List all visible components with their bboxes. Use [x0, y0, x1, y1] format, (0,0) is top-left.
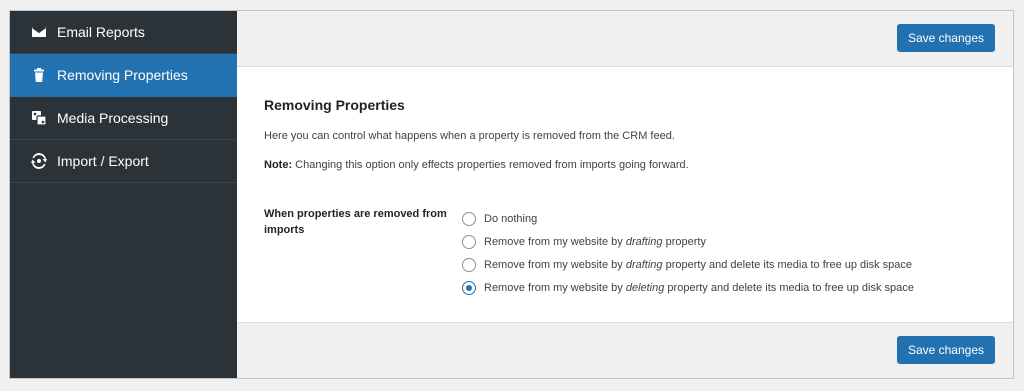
- note-label: Note:: [264, 159, 293, 171]
- radio-button[interactable]: [462, 257, 476, 272]
- radio-button-selected[interactable]: [462, 280, 476, 295]
- main-area: Save changes Removing Properties Here yo…: [237, 11, 1013, 378]
- option-draft-and-delete-media[interactable]: Remove from my website by drafting prope…: [462, 253, 914, 276]
- top-toolbar: Save changes: [237, 11, 1013, 67]
- sidebar-item-label: Import / Export: [57, 153, 149, 169]
- section-note: Note: Changing this option only effects …: [264, 159, 689, 171]
- sidebar-item-email-reports[interactable]: Email Reports: [10, 11, 237, 54]
- save-button-top[interactable]: Save changes: [896, 24, 995, 52]
- images-icon: [31, 110, 47, 126]
- option-label: Remove from my website by drafting prope…: [484, 235, 706, 248]
- field-label: When properties are removed from imports: [264, 208, 447, 236]
- sidebar-item-label: Removing Properties: [57, 67, 188, 83]
- sidebar-item-media-processing[interactable]: Media Processing: [10, 97, 237, 140]
- save-button-bottom[interactable]: Save changes: [896, 336, 995, 364]
- option-delete-and-delete-media[interactable]: Remove from my website by deleting prope…: [462, 276, 914, 299]
- note-text: Changing this option only effects proper…: [292, 159, 689, 171]
- option-draft-property[interactable]: Remove from my website by drafting prope…: [462, 230, 914, 253]
- sidebar: Email Reports Removing Properties Media …: [10, 11, 237, 378]
- sidebar-item-label: Media Processing: [57, 110, 169, 126]
- option-label: Remove from my website by drafting prope…: [484, 258, 913, 271]
- settings-content: Removing Properties Here you can control…: [237, 67, 1013, 322]
- option-label: Do nothing: [484, 212, 538, 225]
- envelope-icon: [31, 24, 47, 40]
- sidebar-item-label: Email Reports: [57, 24, 145, 40]
- bottom-toolbar: Save changes: [237, 322, 1013, 378]
- radio-button[interactable]: [462, 211, 476, 226]
- option-do-nothing[interactable]: Do nothing: [462, 207, 914, 230]
- option-label: Remove from my website by deleting prope…: [484, 281, 914, 294]
- settings-panel: Email Reports Removing Properties Media …: [9, 10, 1014, 379]
- sidebar-item-import-export[interactable]: Import / Export: [10, 140, 237, 183]
- radio-button[interactable]: [462, 234, 476, 249]
- sidebar-item-removing-properties[interactable]: Removing Properties: [10, 54, 237, 97]
- section-title: Removing Properties: [264, 97, 405, 113]
- section-description: Here you can control what happens when a…: [264, 130, 675, 142]
- removal-options-radio-group: Do nothing Remove from my website by dra…: [462, 207, 914, 299]
- trash-icon: [31, 67, 47, 83]
- refresh-icon: [31, 153, 47, 169]
